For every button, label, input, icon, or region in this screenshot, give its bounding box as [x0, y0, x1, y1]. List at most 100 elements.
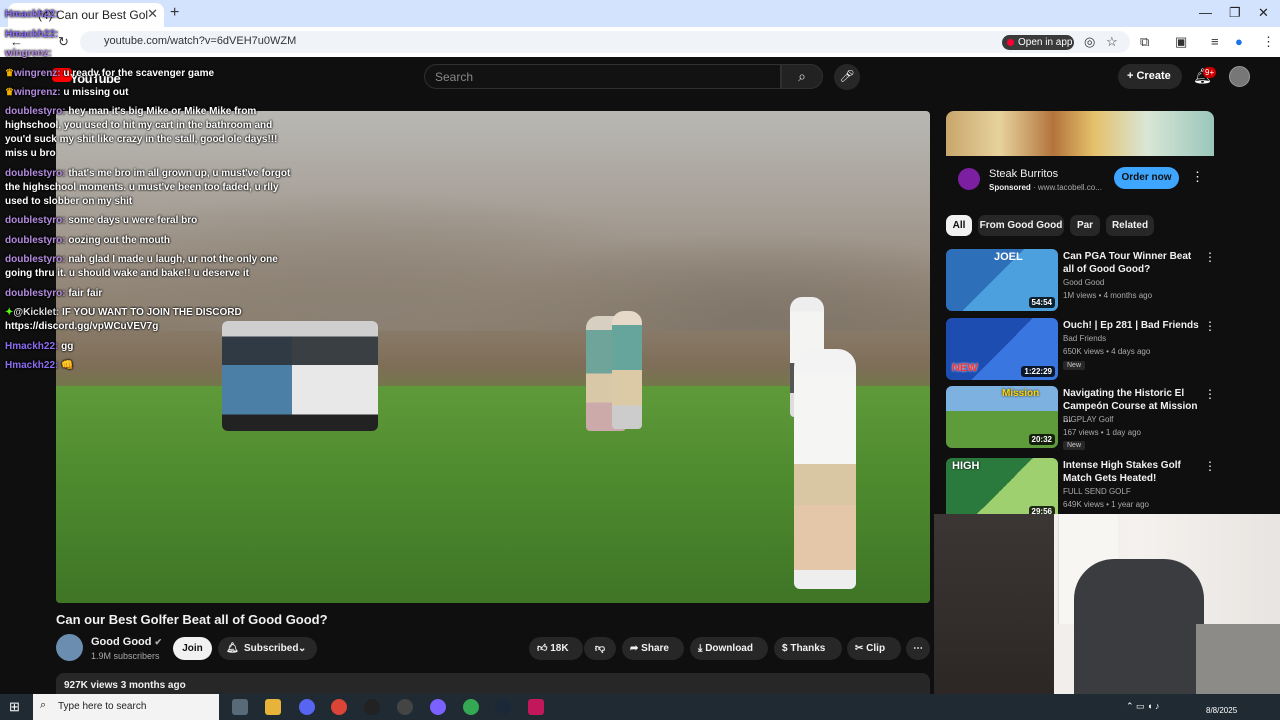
obs-icon[interactable] [364, 699, 380, 715]
recommendation-thumbnail[interactable]: JOEL 54:54 [946, 249, 1058, 311]
ad-title[interactable]: Steak Burritos [989, 168, 1058, 180]
recommendation-title[interactable]: Ouch! | Ep 281 | Bad Friends [1063, 319, 1201, 332]
download-button[interactable]: ⤓ Download [690, 637, 768, 660]
description-box[interactable]: 927K views 3 months ago [56, 673, 930, 695]
open-in-app-button[interactable]: Open in app [1002, 35, 1074, 50]
clip-button[interactable]: ✂ Clip [847, 637, 901, 660]
menu-kebab-icon[interactable]: ⋮ [1262, 34, 1275, 50]
search-placeholder: Search [435, 70, 474, 84]
recommendation-channel[interactable]: Bad Friends [1063, 334, 1106, 343]
thumb-text: NEW [952, 362, 978, 374]
taskbar-search-input[interactable]: ⌕ Type here to search [33, 694, 219, 720]
recommendation-thumbnail[interactable]: NEW 1:22:29 [946, 318, 1058, 380]
minimize-icon[interactable]: — [1199, 5, 1212, 20]
chip-par[interactable]: Par [1070, 215, 1100, 236]
recommendation-more-icon[interactable]: ⋮ [1204, 459, 1216, 473]
ad-more-icon[interactable]: ⋮ [1191, 169, 1204, 185]
chat-message: Hmackh22: 👊 [5, 360, 74, 371]
task-view-icon[interactable] [232, 699, 248, 715]
chevron-down-icon: ⌄ [298, 643, 307, 654]
app-icon[interactable] [528, 699, 544, 715]
file-explorer-icon[interactable] [265, 699, 281, 715]
discord-icon[interactable] [299, 699, 315, 715]
scissors-icon: ✂ [855, 643, 864, 654]
sidebar-icon[interactable]: ▣ [1175, 34, 1187, 50]
notification-badge: 9+ [1203, 67, 1217, 78]
ad-sponsored-line: Sponsored · www.tacobell.co... [989, 183, 1102, 192]
recommendation-title[interactable]: Can PGA Tour Winner Beat all of Good Goo… [1063, 250, 1201, 276]
like-button[interactable]: 👍︎ 18K [529, 637, 583, 660]
sidebar-ad[interactable]: Steak Burritos Sponsored · www.tacobell.… [946, 111, 1214, 204]
channel-avatar[interactable] [56, 634, 83, 661]
copilot-icon[interactable] [430, 699, 446, 715]
video-duration: 20:32 [1028, 434, 1055, 445]
download-icon: ⤓ [698, 643, 703, 654]
search-icon: ⌕ [40, 699, 47, 711]
chip-all[interactable]: All [946, 215, 972, 236]
chat-message: doublestyro: oozing out the mouth [5, 235, 170, 246]
recommendation-more-icon[interactable]: ⋮ [1204, 250, 1216, 264]
chat-message: ♛wingrenz: u missing out [5, 87, 129, 98]
ad-brand-logo [958, 168, 980, 190]
subscriber-count: 1.9M subscribers [91, 651, 160, 661]
recommendation-more-icon[interactable]: ⋮ [1204, 319, 1216, 333]
recommendation-thumbnail[interactable]: HIGH 29:56 [946, 458, 1058, 520]
chip-related[interactable]: Related [1106, 215, 1154, 236]
recommendation-meta: 1M views • 4 months ago [1063, 291, 1153, 300]
restore-icon[interactable]: ❐ [1229, 5, 1241, 21]
dislike-button[interactable]: 👎︎ [584, 637, 616, 660]
recommendation-channel[interactable]: Good Good [1063, 278, 1104, 287]
profile-icon[interactable]: ● [1235, 34, 1243, 49]
window-close-icon[interactable]: ✕ [1258, 5, 1269, 21]
chrome-active-icon[interactable] [463, 699, 479, 715]
youtube-dot-icon [1007, 39, 1014, 46]
extensions-icon[interactable]: ⧉ [1140, 34, 1149, 50]
webcam-closet [934, 514, 1054, 707]
recommendation-thumbnail[interactable]: Mission 20:32 [946, 386, 1058, 448]
recommendation-item[interactable]: JOEL 54:54 Can PGA Tour Winner Beat all … [946, 249, 1266, 311]
views-date: 927K views 3 months ago [64, 680, 186, 691]
chip-from-good-good[interactable]: From Good Good [978, 215, 1064, 236]
video-golf-cart [292, 321, 378, 431]
recommendation-item[interactable]: HIGH 29:56 Intense High Stakes Golf Matc… [946, 458, 1266, 520]
share-button[interactable]: ➦ Share [622, 637, 684, 660]
share-icon: ➦ [630, 643, 639, 654]
more-actions-button[interactable]: ⋯ [906, 637, 930, 660]
recommendation-meta: 167 views • 1 day ago [1063, 428, 1141, 437]
eye-off-icon[interactable]: ◎ [1084, 34, 1095, 50]
join-button[interactable]: Join [173, 637, 212, 660]
thumb-text: HIGH [952, 460, 980, 472]
steam-icon[interactable] [495, 699, 511, 715]
mic-icon: 🎤︎ [839, 69, 855, 83]
crown-icon: ♛ [5, 87, 14, 98]
recommendation-item[interactable]: NEW 1:22:29 Ouch! | Ep 281 | Bad Friends… [946, 318, 1266, 380]
recommendation-item[interactable]: Mission 20:32 Navigating the Historic El… [946, 386, 1266, 450]
create-button[interactable]: + Create [1118, 64, 1182, 89]
chat-message: doublestyro: nah glad I made u laugh, ur… [5, 254, 278, 279]
chat-message: Hmackh22: [5, 29, 59, 40]
chrome-icon[interactable] [331, 699, 347, 715]
app-icon[interactable] [397, 699, 413, 715]
thumbs-down-icon: 👎︎ [594, 643, 606, 654]
taskbar-date: 8/8/2025 [1206, 706, 1238, 715]
subscribed-button[interactable]: 🔔︎ Subscribed ⌄ [218, 637, 317, 660]
windows-start-icon[interactable]: ⊞ [9, 699, 20, 715]
bookmark-star-icon[interactable]: ☆ [1106, 34, 1118, 50]
system-tray-icons[interactable]: ⌃ ▭ ◖ ♪ [1126, 701, 1159, 712]
channel-name[interactable]: Good Good ✔ [91, 636, 162, 648]
ad-banner-image[interactable] [946, 111, 1214, 156]
recommendation-channel[interactable]: BIGPLAY Golf [1063, 415, 1113, 424]
search-button[interactable]: ⌕ [781, 64, 823, 89]
media-icon[interactable]: ≡ [1211, 34, 1219, 49]
mic-button[interactable]: 🎤︎ [834, 64, 860, 90]
recommendation-more-icon[interactable]: ⋮ [1204, 387, 1216, 401]
search-input[interactable]: Search [424, 64, 781, 89]
recommendation-title[interactable]: Intense High Stakes Golf Match Gets Heat… [1063, 459, 1201, 485]
chat-message: doublestyro: fair fair [5, 288, 103, 299]
account-avatar[interactable] [1229, 66, 1250, 87]
stream-chat-overlay: Hmackh22: Hmackh22: wingrenz: ♛wingrenz:… [0, 0, 300, 380]
new-badge: New [1063, 361, 1086, 370]
recommendation-channel[interactable]: FULL SEND GOLF [1063, 487, 1131, 496]
order-now-button[interactable]: Order now [1114, 167, 1179, 189]
thanks-button[interactable]: $ Thanks [774, 637, 842, 660]
